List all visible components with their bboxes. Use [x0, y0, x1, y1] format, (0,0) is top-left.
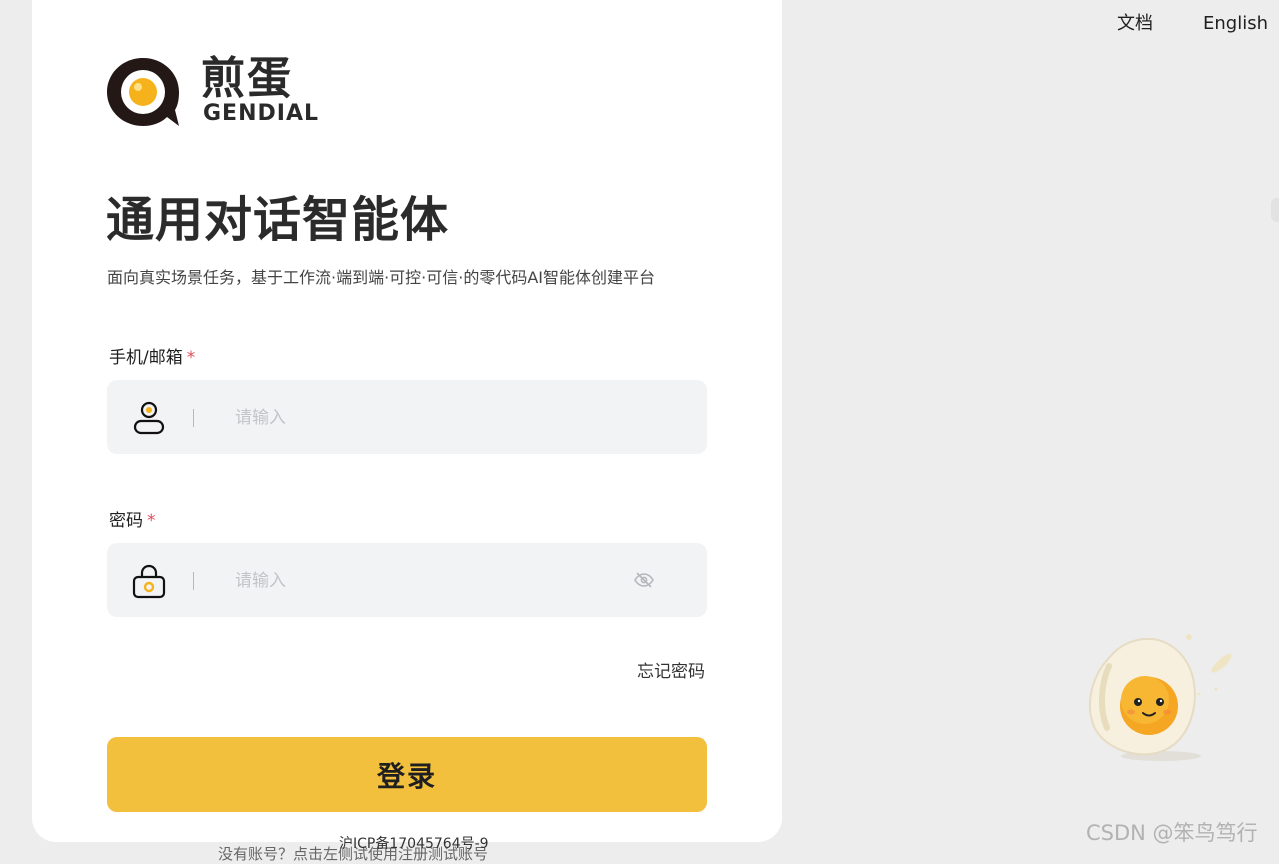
- icp-record[interactable]: 沪ICP备17045764号-9: [339, 834, 489, 854]
- password-divider: [193, 572, 194, 590]
- page-subtitle: 面向真实场景任务，基于工作流·端到端·可控·可信·的零代码AI智能体创建平台: [107, 268, 656, 287]
- user-icon: [133, 401, 165, 435]
- login-button[interactable]: 登录: [107, 737, 707, 812]
- account-divider: [193, 409, 194, 427]
- egg-logo-icon: [107, 58, 179, 126]
- page-title: 通用对话智能体: [106, 192, 450, 248]
- brand-name-cn: 煎蛋: [201, 53, 293, 104]
- password-label-text: 密码: [109, 511, 143, 531]
- account-required-mark: *: [186, 348, 196, 368]
- docs-link[interactable]: 文档: [1117, 12, 1153, 36]
- csdn-watermark: CSDN @笨鸟笃行: [1086, 821, 1258, 845]
- forgot-password-link[interactable]: 忘记密码: [637, 660, 705, 684]
- egg-mascot-illustration: [1088, 634, 1232, 761]
- password-required-mark: *: [147, 511, 156, 531]
- password-field[interactable]: [107, 543, 707, 617]
- brand-name-en: GENDIAL: [203, 101, 319, 126]
- account-field[interactable]: [107, 380, 707, 454]
- account-label: 手机/邮箱 *: [109, 346, 195, 370]
- brand-logo: 煎蛋 GENDIAL: [107, 53, 319, 128]
- eye-off-icon[interactable]: [633, 571, 655, 589]
- account-label-text: 手机/邮箱: [109, 348, 183, 368]
- lock-icon: [132, 564, 166, 599]
- password-label: 密码 *: [109, 509, 156, 533]
- side-drawer-handle[interactable]: [1271, 198, 1279, 222]
- account-input[interactable]: [235, 404, 615, 432]
- language-switch[interactable]: English: [1203, 12, 1268, 36]
- password-input[interactable]: [235, 567, 615, 595]
